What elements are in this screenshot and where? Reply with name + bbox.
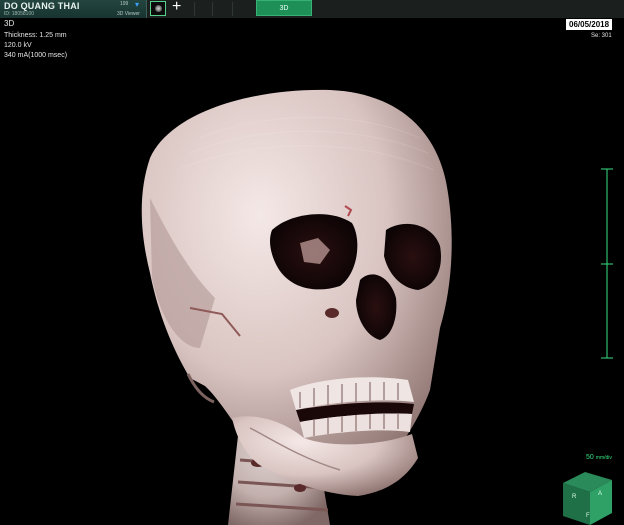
orientation-r: R bbox=[572, 494, 577, 500]
thickness-label: Thickness: 1.25 mm bbox=[4, 32, 67, 39]
volume-rendering: R A F bbox=[141, 89, 613, 525]
thumbnail-icon[interactable] bbox=[150, 1, 166, 16]
kv-label: 120.0 kV bbox=[4, 42, 32, 49]
chevron-down-icon[interactable]: ▾ bbox=[135, 1, 139, 9]
scale-label: 50 mm/div bbox=[586, 454, 612, 461]
orientation-cube-icon[interactable]: R A F bbox=[563, 472, 612, 525]
series-label: Se: 301 bbox=[591, 33, 612, 39]
scale-unit: mm/div bbox=[595, 455, 612, 461]
study-date: 06/05/2018 bbox=[566, 19, 613, 30]
scale-value: 50 bbox=[586, 454, 594, 461]
series-count: 199 bbox=[120, 1, 129, 7]
3d-viewport[interactable]: R A F 3D Thickness: 1.25 mm 120.0 kV 340… bbox=[0, 18, 624, 525]
tab-3d[interactable]: 3D bbox=[256, 0, 312, 16]
patient-name: DO QUANG THAI bbox=[4, 1, 80, 11]
patient-id: ID: 18058100 bbox=[4, 11, 35, 17]
toolbar-divider bbox=[232, 2, 233, 16]
skull bbox=[141, 89, 452, 496]
view-title: 3D bbox=[4, 19, 15, 28]
toolbar-divider bbox=[212, 2, 213, 16]
toolbar-divider bbox=[194, 2, 195, 16]
ma-label: 340 mA(1000 msec) bbox=[4, 52, 68, 59]
viewer-label: 3D Viewer bbox=[117, 11, 140, 17]
orientation-f: F bbox=[586, 513, 590, 519]
thumbnail-preview bbox=[155, 5, 162, 12]
top-toolbar: DO QUANG THAI ID: 18058100 199 ▾ 3D View… bbox=[0, 0, 624, 19]
scale-ruler bbox=[601, 168, 613, 359]
patient-tab[interactable]: DO QUANG THAI ID: 18058100 199 ▾ 3D View… bbox=[0, 0, 147, 18]
orientation-a: A bbox=[598, 491, 602, 497]
add-button[interactable]: + bbox=[172, 0, 181, 16]
